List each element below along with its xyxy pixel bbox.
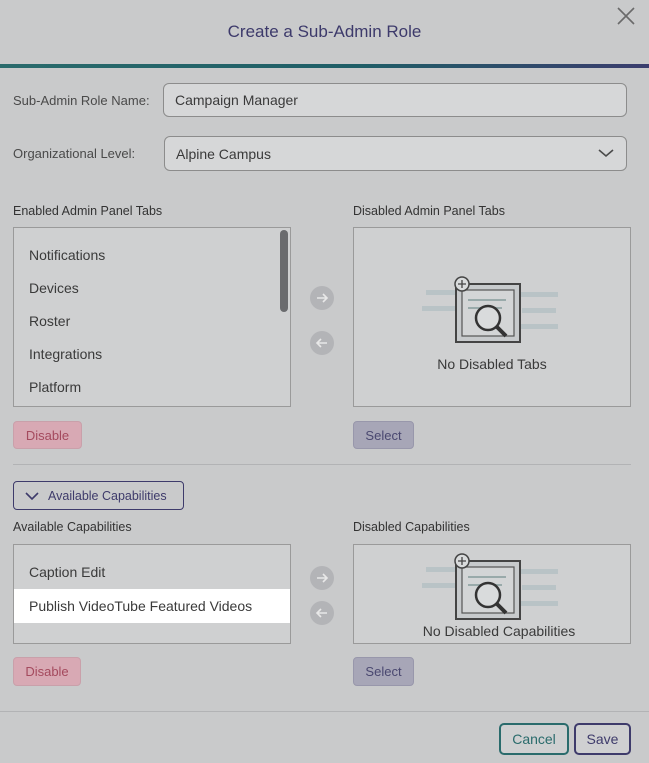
list-item-selected[interactable]: Publish VideoTube Featured Videos: [14, 589, 290, 623]
role-name-label: Sub-Admin Role Name:: [13, 93, 150, 108]
disable-capabilities-button[interactable]: Disable: [13, 657, 81, 686]
org-level-value: Alpine Campus: [176, 145, 271, 162]
toggle-label: Available Capabilities: [48, 488, 167, 503]
dialog-title: Create a Sub-Admin Role: [227, 22, 422, 41]
list-item[interactable]: Roster: [29, 313, 70, 329]
move-capability-left-button[interactable]: [310, 601, 334, 625]
section-divider: [13, 464, 631, 465]
empty-search-illustration-icon: [422, 549, 562, 634]
list-item[interactable]: Devices: [29, 280, 79, 296]
disabled-tabs-header: Disabled Admin Panel Tabs: [353, 204, 505, 218]
save-button[interactable]: Save: [574, 723, 631, 755]
arrow-left-icon: [315, 608, 327, 618]
available-capabilities-header: Available Capabilities: [13, 520, 132, 534]
select-capabilities-button[interactable]: Select: [353, 657, 414, 686]
available-capabilities-list[interactable]: Caption Edit Publish VideoTube Featured …: [13, 544, 291, 644]
close-icon[interactable]: [614, 4, 638, 28]
move-left-button[interactable]: [310, 331, 334, 355]
role-name-value: Campaign Manager: [175, 92, 298, 108]
list-item[interactable]: Integrations: [29, 346, 102, 362]
disabled-capabilities-header: Disabled Capabilities: [353, 520, 470, 534]
list-item[interactable]: Platform: [29, 379, 81, 395]
empty-state-text: No Disabled Capabilities: [422, 623, 576, 639]
chevron-down-icon: [24, 491, 40, 501]
footer-divider: [0, 711, 649, 712]
enabled-tabs-header: Enabled Admin Panel Tabs: [13, 204, 163, 218]
move-capability-right-button[interactable]: [310, 566, 334, 590]
list-item[interactable]: Caption Edit: [29, 564, 105, 580]
org-level-label: Organizational Level:: [13, 146, 136, 161]
disable-tabs-button[interactable]: Disable: [13, 421, 82, 449]
arrow-right-icon: [317, 293, 329, 303]
available-capabilities-toggle[interactable]: Available Capabilities: [13, 481, 184, 510]
org-level-select[interactable]: Alpine Campus: [164, 136, 627, 171]
arrow-right-icon: [317, 573, 329, 583]
arrow-left-icon: [315, 338, 327, 348]
chevron-down-icon: [597, 146, 615, 162]
cancel-button[interactable]: Cancel: [499, 723, 569, 755]
empty-search-illustration-icon: [422, 272, 562, 357]
enabled-tabs-list[interactable]: Notifications Devices Roster Integration…: [13, 227, 291, 407]
list-item-label: Publish VideoTube Featured Videos: [29, 598, 253, 614]
select-tabs-button[interactable]: Select: [353, 421, 414, 449]
scrollbar-thumb[interactable]: [280, 230, 288, 312]
list-item[interactable]: Notifications: [29, 247, 105, 263]
disabled-tabs-list[interactable]: No Disabled Tabs: [353, 227, 631, 407]
disabled-capabilities-list[interactable]: No Disabled Capabilities: [353, 544, 631, 644]
header-accent-bar: [0, 64, 649, 68]
role-name-input[interactable]: Campaign Manager: [163, 83, 627, 117]
move-right-button[interactable]: [310, 286, 334, 310]
empty-state-text: No Disabled Tabs: [437, 356, 547, 372]
